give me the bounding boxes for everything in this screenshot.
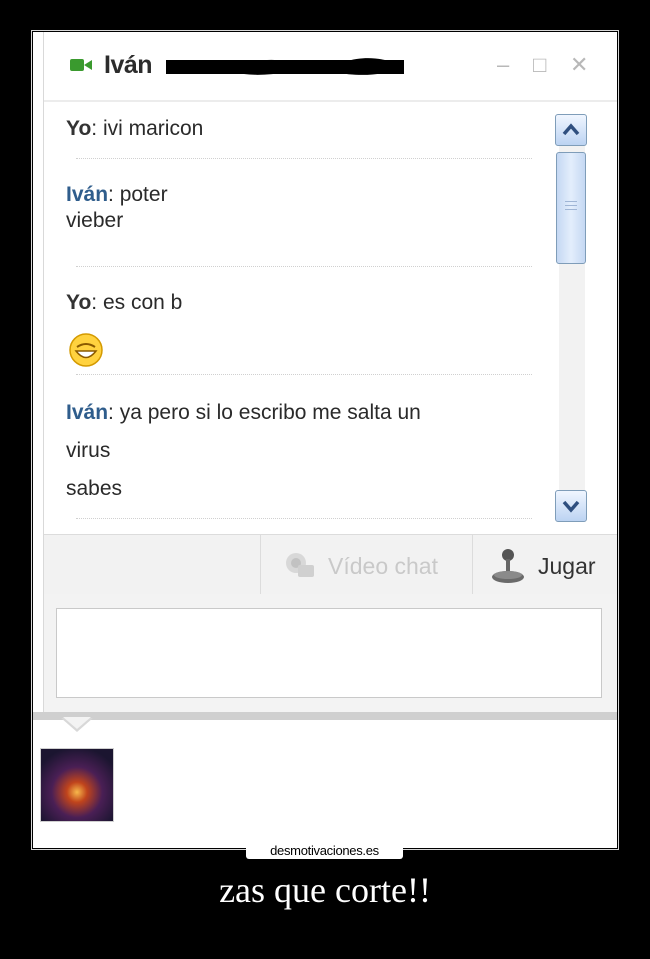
play-games-label: Jugar: [538, 553, 596, 579]
message-text: es con b: [102, 291, 183, 314]
message-2: Iván: poter vieber: [66, 183, 168, 232]
chevron-down-icon: [562, 500, 580, 513]
message-text: sabes: [66, 477, 123, 500]
poster-caption: zas que corte!!: [219, 870, 431, 910]
speech-pointer-fill: [63, 717, 91, 729]
sender-name: Yo: [66, 291, 92, 314]
sender-name: Yo: [66, 117, 92, 140]
message-separator: [76, 158, 532, 159]
window-shadow: [33, 712, 617, 720]
message-input[interactable]: [56, 608, 602, 698]
scroll-up-button[interactable]: [555, 114, 587, 146]
message-text: virus: [66, 439, 111, 462]
message-3: Yo: es con b: [66, 291, 183, 314]
message-separator: [76, 266, 532, 267]
message-text: ivi maricon: [102, 117, 204, 140]
message-text: vieber: [66, 209, 124, 232]
minimize-button[interactable]: –: [497, 52, 509, 78]
redaction-scribble: [166, 58, 404, 75]
close-button[interactable]: ✕: [570, 52, 588, 78]
message-compose-area: [44, 594, 617, 720]
message-text: poter: [119, 183, 168, 206]
message-separator: [76, 518, 532, 519]
video-chat-button[interactable]: Vídeo chat: [262, 535, 472, 595]
chevron-up-icon: [562, 123, 580, 136]
joystick-icon: [492, 549, 524, 583]
chat-window: Iván – □ ✕ Yo: ivi maricon Iván: poter v…: [43, 32, 617, 720]
scroll-thumb[interactable]: [556, 152, 586, 264]
chat-toolbar: Vídeo chat Jugar: [44, 534, 617, 596]
grin-icon: [69, 333, 103, 367]
title-bar: Iván – □ ✕: [44, 32, 617, 102]
message-text: ya pero si lo escribo me salta un: [119, 401, 421, 424]
play-games-button[interactable]: Jugar: [474, 535, 617, 595]
maximize-button[interactable]: □: [533, 52, 546, 78]
contact-name: Iván: [104, 51, 153, 79]
vertical-scrollbar[interactable]: [553, 114, 591, 522]
message-separator: [76, 374, 532, 375]
video-chat-label: Vídeo chat: [328, 553, 438, 579]
contact-avatar[interactable]: [40, 748, 114, 822]
message-1: Yo: ivi maricon: [66, 117, 204, 140]
screenshot-canvas: Iván – □ ✕ Yo: ivi maricon Iván: poter v…: [33, 32, 617, 848]
message-4: Iván: ya pero si lo escribo me salta un …: [66, 401, 421, 500]
scroll-down-button[interactable]: [555, 490, 587, 522]
watermark-label: desmotivaciones.es: [246, 842, 403, 859]
sender-name: Iván: [66, 401, 109, 424]
message-list: Yo: ivi maricon Iván: poter vieber Yo: e…: [44, 104, 544, 524]
webcam-icon: [286, 553, 314, 577]
video-camera-icon: [70, 59, 92, 71]
sender-name: Iván: [66, 183, 109, 206]
